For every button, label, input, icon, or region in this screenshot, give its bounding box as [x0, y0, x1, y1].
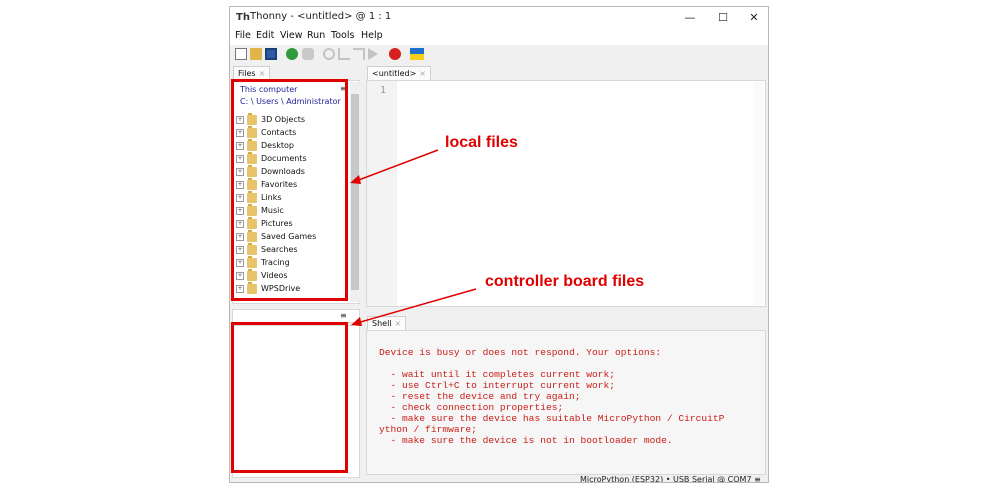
- local-files-arrowhead: [350, 175, 361, 184]
- board-files-annotation: controller board files: [485, 273, 645, 290]
- annotation-arrows: [350, 149, 477, 326]
- local-files-arrow: [355, 149, 439, 182]
- board-files-arrowhead: [351, 317, 362, 326]
- local-files-annotation: local files: [445, 134, 518, 151]
- board-files-arrow: [356, 288, 477, 324]
